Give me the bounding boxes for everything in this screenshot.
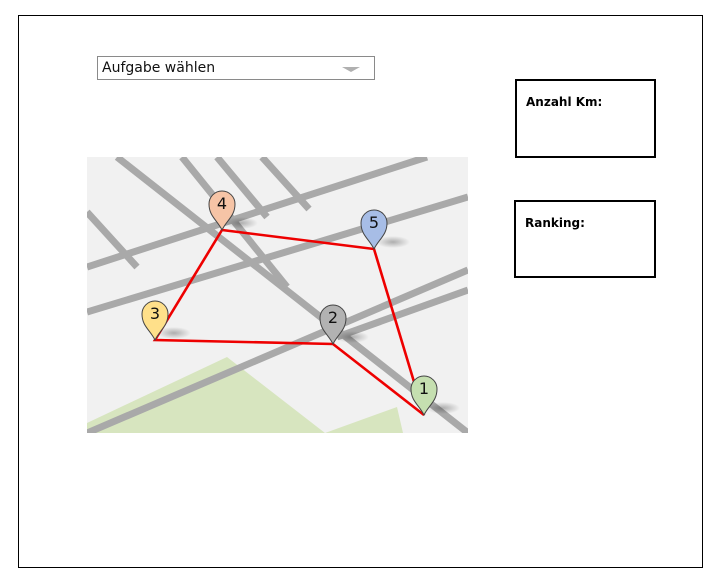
ranking-box: Ranking:: [514, 200, 656, 278]
marker-label: 3: [150, 304, 160, 323]
marker-label: 2: [328, 308, 338, 327]
chevron-down-icon[interactable]: [342, 67, 360, 72]
marker-label: 1: [419, 379, 429, 398]
marker-label: 5: [369, 213, 379, 232]
route-map[interactable]: 1 2 3 4 5: [87, 157, 468, 433]
km-label: Anzahl Km:: [526, 95, 603, 109]
km-box: Anzahl Km:: [515, 79, 656, 158]
task-select[interactable]: Aufgabe wählen: [97, 56, 375, 80]
ranking-label: Ranking:: [525, 216, 585, 230]
map-canvas[interactable]: 1 2 3 4 5: [87, 157, 468, 433]
marker-label: 4: [217, 194, 227, 213]
task-select-value: Aufgabe wählen: [102, 60, 216, 76]
